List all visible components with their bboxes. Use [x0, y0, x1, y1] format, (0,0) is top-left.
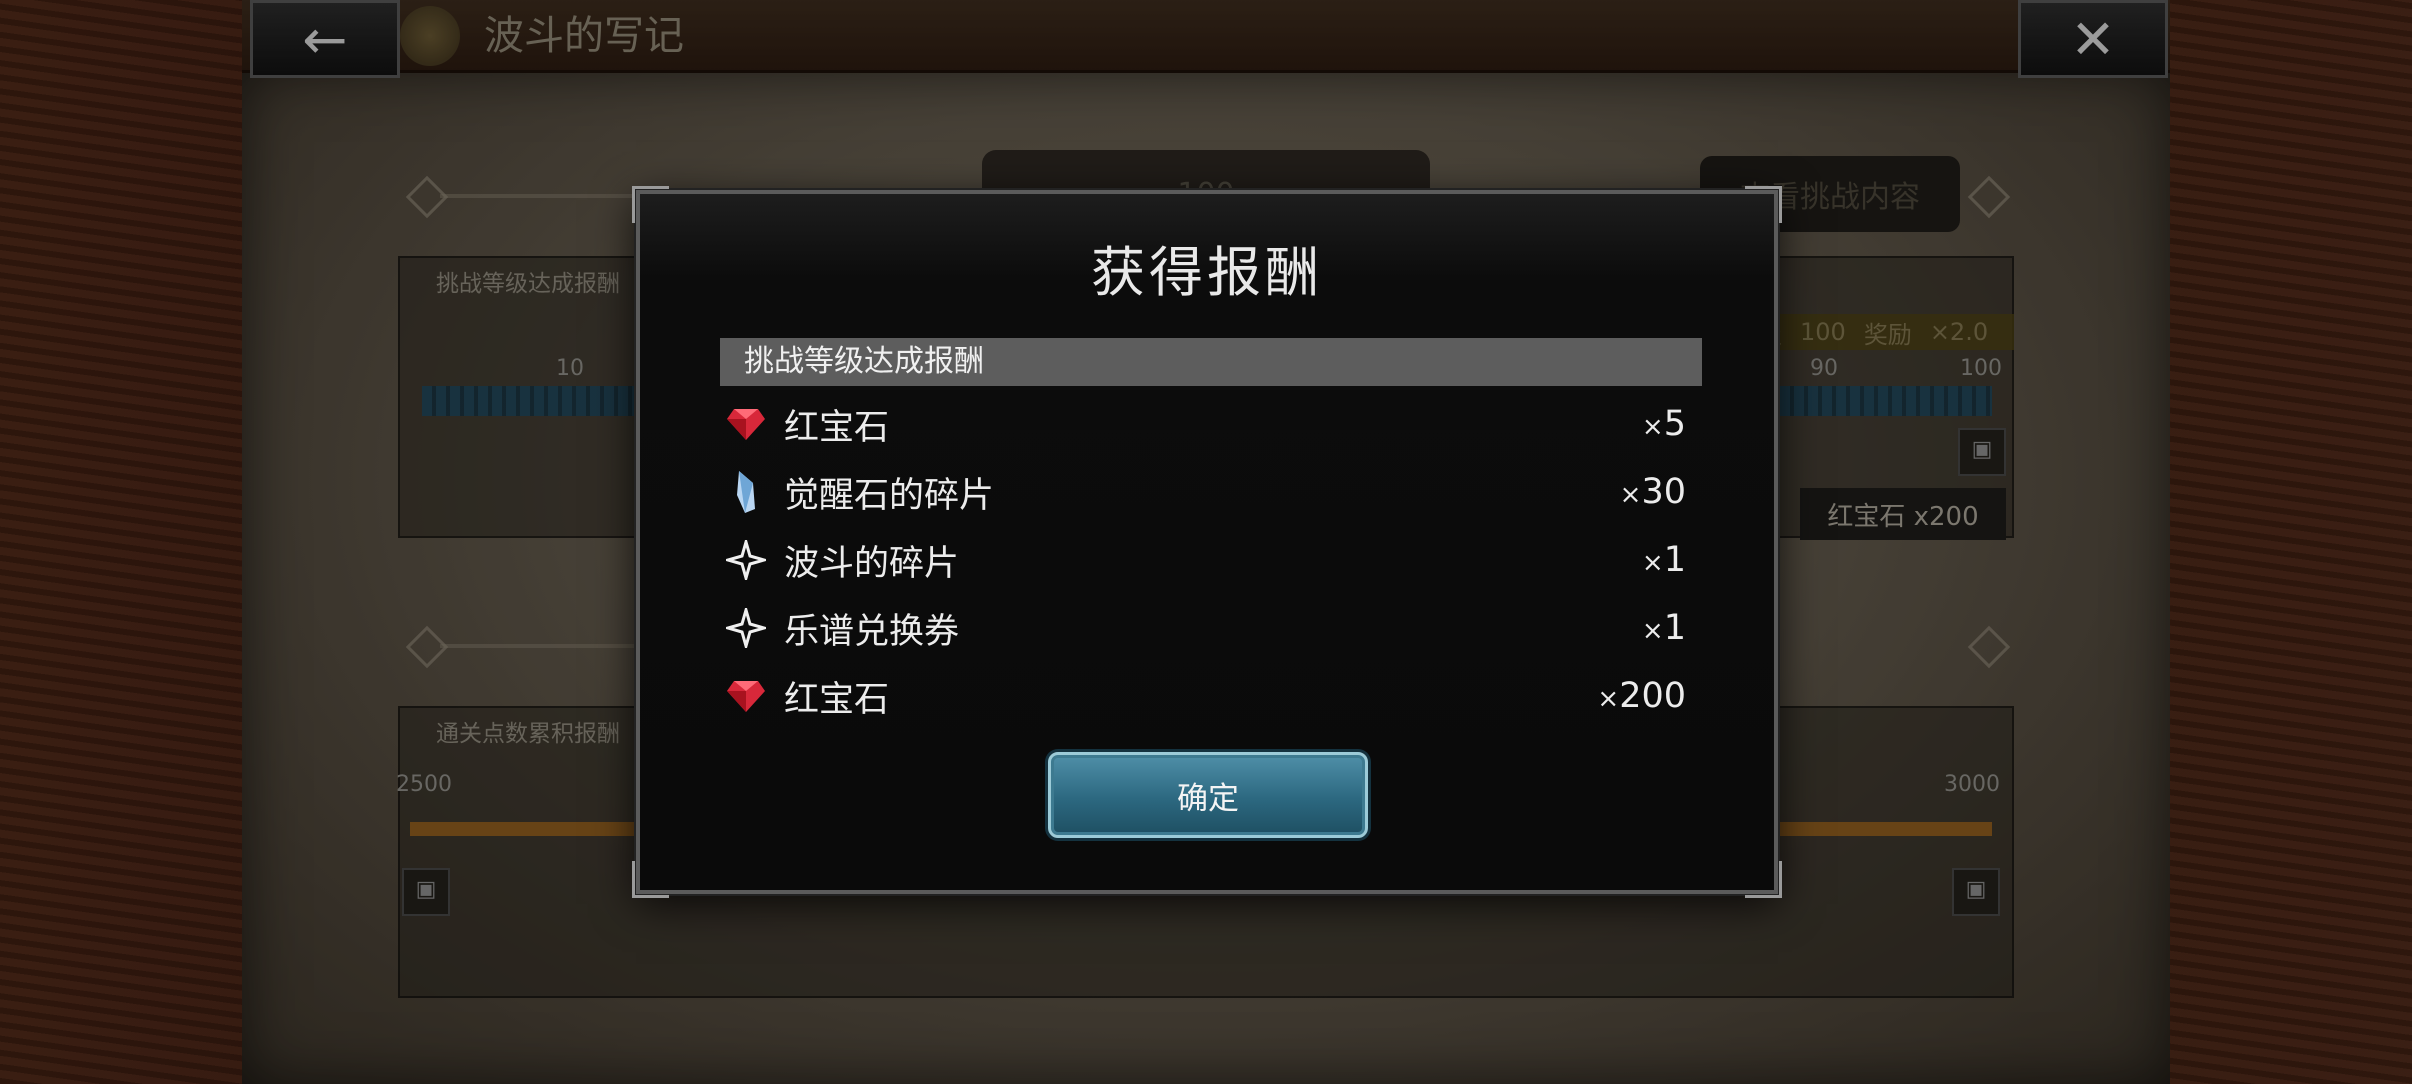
reward-item-ruby: 红宝石 ×5	[720, 390, 1702, 458]
sparkle-icon	[722, 604, 770, 652]
reward-qty: ×5	[1641, 404, 1686, 444]
corner-ornament	[1745, 186, 1782, 223]
reward-item-wave-shard: 波斗的碎片 ×1	[720, 526, 1702, 594]
modal-title: 获得报酬	[1091, 241, 1323, 304]
confirm-button[interactable]: 确定	[1048, 752, 1368, 838]
reward-item-ruby: 红宝石 ×200	[720, 662, 1702, 730]
reward-modal: 获得报酬 挑战等级达成报酬 红宝石 ×5 觉醒石的碎片 ×30 波斗的碎片 ×1	[632, 186, 1782, 898]
awakening-shard-icon	[722, 468, 770, 516]
corner-ornament	[632, 861, 669, 898]
reward-qty: ×1	[1641, 540, 1686, 580]
reward-qty: ×1	[1641, 608, 1686, 648]
sparkle-icon	[722, 536, 770, 584]
corner-ornament	[632, 186, 669, 223]
reward-qty: ×200	[1597, 676, 1686, 716]
ruby-icon	[722, 672, 770, 720]
ruby-icon	[722, 400, 770, 448]
reward-item-awakening-shard: 觉醒石的碎片 ×30	[720, 458, 1702, 526]
corner-ornament	[1745, 861, 1782, 898]
reward-item-score-voucher: 乐谱兑换券 ×1	[720, 594, 1702, 662]
section-header: 挑战等级达成报酬	[720, 338, 1702, 386]
reward-qty: ×30	[1619, 472, 1686, 512]
reward-list: 红宝石 ×5 觉醒石的碎片 ×30 波斗的碎片 ×1 乐谱兑换券 ×1 红宝石 …	[720, 390, 1702, 730]
